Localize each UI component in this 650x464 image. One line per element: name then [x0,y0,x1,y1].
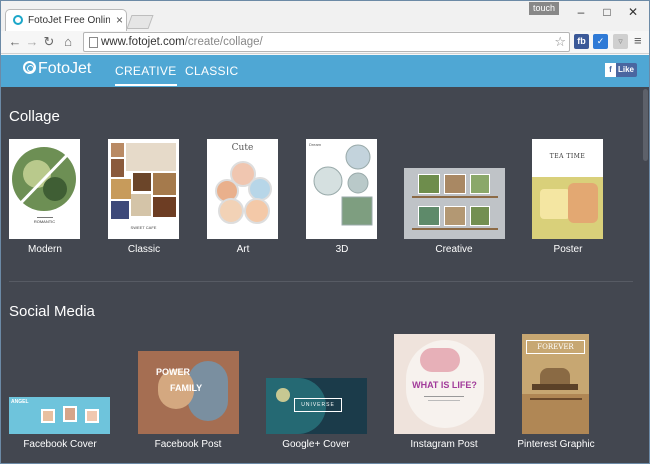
shield-extension-icon[interactable]: ▿ [613,34,628,49]
home-icon[interactable]: ⌂ [60,33,76,51]
app-header: FotoJet CREATIVE CLASSIC f Like [1,55,649,87]
thumb-3d[interactable]: Dream [306,139,377,239]
url-text: www.fotojet.com/create/collage/ [101,36,263,48]
fotojet-logo[interactable]: FotoJet [23,60,91,78]
thumb-classic[interactable]: SWEET CAFE [108,139,179,239]
thumb-google-plus-cover-text: UNIVERSE [294,398,342,412]
tab-title: FotoJet Free Online Photo [28,15,110,26]
minimize-button[interactable]: – [569,4,593,20]
reload-icon[interactable]: ↻ [41,33,57,51]
close-window-button[interactable]: ✕ [621,4,645,20]
page-icon [89,37,98,48]
thumb-google-plus-cover[interactable]: UNIVERSE [266,378,367,434]
section-title-collage: Collage [9,108,60,125]
fotojet-favicon-icon [13,15,23,25]
title-bar: FotoJet Free Online Photo × touch – □ ✕ [1,1,649,31]
thumb-facebook-cover-text: ANGEL [11,399,29,405]
new-tab-button[interactable] [126,15,154,29]
bookmark-star-icon[interactable]: ☆ [554,34,566,50]
browser-tab[interactable]: FotoJet Free Online Photo × [5,9,127,31]
template-label-instagram-post: Instagram Post [410,439,478,450]
tab-classic[interactable]: CLASSIC [185,64,238,78]
facebook-extension-icon[interactable]: fb [574,34,589,49]
thumb-pinterest-graphic-text: FOREVER [526,340,585,354]
tab-creative[interactable]: CREATIVE [115,64,177,86]
forward-arrow-icon[interactable]: → [24,33,40,51]
thumb-poster-text: TEA TIME [549,153,586,160]
thumb-facebook-post[interactable]: POWER FAMILY [138,351,239,434]
thumb-facebook-post-text2: FAMILY [170,383,203,393]
thumb-pinterest-graphic[interactable]: FOREVER [522,334,589,434]
back-arrow-icon[interactable]: ← [7,33,23,51]
logo-ring-icon [23,61,36,74]
thumb-creative[interactable] [404,168,505,239]
thumb-classic-text: SWEET CAFE [130,225,157,230]
touch-badge: touch [529,2,559,15]
thumb-facebook-post-text: POWER [156,367,191,377]
browser-window: FotoJet Free Online Photo × touch – □ ✕ … [0,0,650,464]
chart-extension-icon[interactable]: ✓ [593,34,608,49]
thumb-poster[interactable]: TEA TIME [532,139,603,239]
template-label-pinterest-graphic: Pinterest Graphic [517,439,595,450]
thumb-instagram-post-text: WHAT IS LIFE? [412,380,477,390]
template-label-facebook-post: Facebook Post [154,439,222,450]
thumb-art[interactable]: Cute [207,139,278,239]
template-label-creative: Creative [435,244,473,255]
template-label-facebook-cover: Facebook Cover [23,439,97,450]
section-divider [9,281,633,282]
browser-toolbar: ← → ↻ ⌂ www.fotojet.com/create/collage/ … [1,31,649,54]
thumb-instagram-post[interactable]: WHAT IS LIFE? [394,334,495,434]
thumb-art-text: Cute [231,143,254,153]
scrollbar-thumb[interactable] [643,89,648,161]
thumb-modern-text: ROMANTIC [33,219,56,224]
template-label-3d: 3D [335,244,349,255]
template-label-google-plus-cover: Google+ Cover [282,439,350,450]
thumb-facebook-cover[interactable]: ANGEL [9,397,110,434]
facebook-like-button[interactable]: f Like [605,63,637,77]
section-title-social-media: Social Media [9,303,95,320]
template-label-poster: Poster [553,244,583,255]
tab-close-icon[interactable]: × [116,13,123,27]
thumb-3d-text: Dream [309,142,322,147]
maximize-button[interactable]: □ [595,4,619,20]
address-bar[interactable]: www.fotojet.com/create/collage/ ☆ [83,32,570,52]
thumb-modern[interactable]: ROMANTIC [9,139,80,239]
template-gallery: Collage ROMANTIC Modern SWEET CAFE Class… [1,87,641,463]
menu-icon[interactable]: ≡ [634,33,642,48]
